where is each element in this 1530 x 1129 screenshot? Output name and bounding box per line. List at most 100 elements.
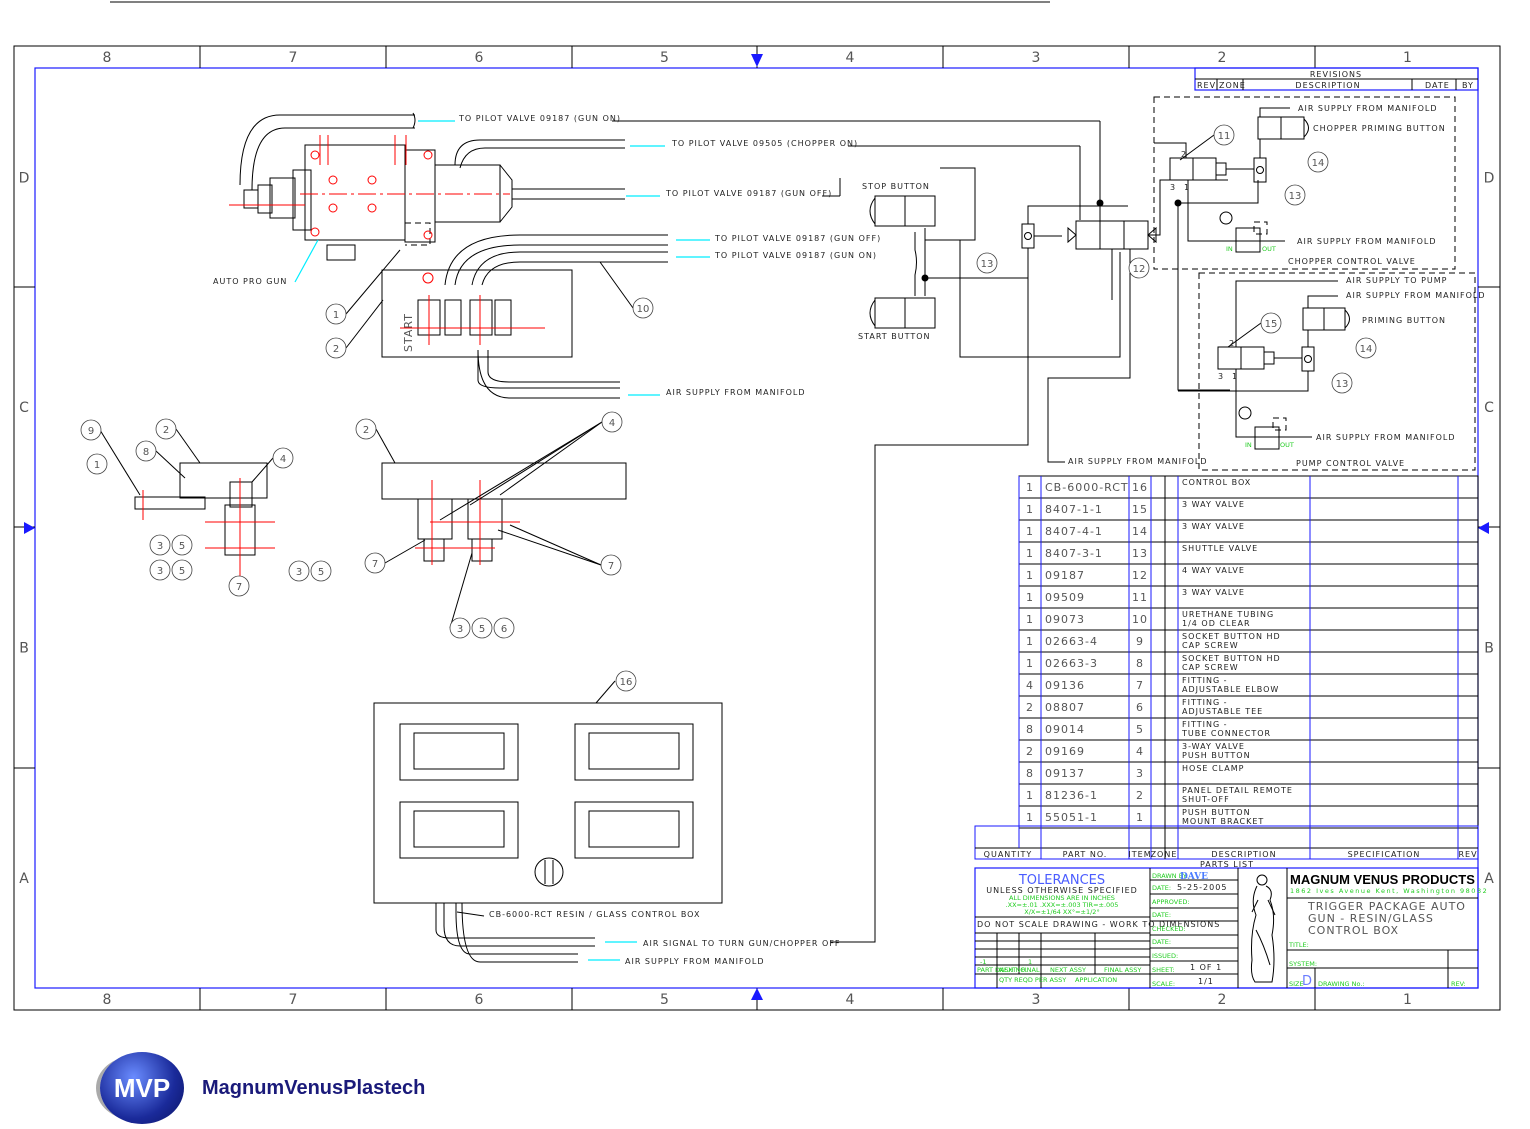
rev-header-date: DATE <box>1425 81 1450 90</box>
chopper-port-2: 2 <box>1181 150 1187 159</box>
item-balloon-2: 2 <box>155 418 177 440</box>
item-balloon-11: 11 <box>1213 124 1235 146</box>
qty-reqd-label: QTY REQD PER ASSY <box>999 976 1066 984</box>
chopper-air-supply-top: AIR SUPPLY FROM MANIFOLD <box>1298 104 1437 113</box>
parts-list-row: 1 8407-4-1 14 3 WAY VALVE <box>1019 522 1478 543</box>
row-quantity: 1 <box>1026 657 1034 670</box>
chopper-port-3: 3 <box>1170 183 1176 192</box>
balloon-number: 16 <box>620 677 633 688</box>
item-balloon-4: 4 <box>601 411 623 433</box>
start-panel-drawing <box>381 234 710 399</box>
row-part-no: 09073 <box>1045 613 1085 626</box>
row-quantity: 1 <box>1026 569 1034 582</box>
rev-header-zone: ZONE <box>1219 81 1246 90</box>
row-quantity: 1 <box>1026 789 1034 802</box>
row-part-no: 08807 <box>1045 701 1085 714</box>
item-balloon-4: 4 <box>272 447 294 469</box>
row-description: 3 WAY VALVE <box>1182 522 1245 531</box>
item-balloon-5: 5 <box>471 617 493 639</box>
row-quantity: 8 <box>1026 723 1034 736</box>
scale-value: 1/1 <box>1198 977 1214 986</box>
label-air-signal-off: AIR SIGNAL TO TURN GUN/CHOPPER OFF <box>643 939 841 948</box>
row-part-no: 02663-3 <box>1045 657 1098 670</box>
row-part-no: 09014 <box>1045 723 1085 736</box>
row-description: SOCKET BUTTON HD <box>1182 632 1281 641</box>
parts-list-row: 1 09187 12 4 WAY VALVE <box>1019 566 1478 587</box>
row-quantity: 8 <box>1026 767 1034 780</box>
revisions-title: REVISIONS <box>1310 70 1362 79</box>
balloon-number: 13 <box>1289 191 1302 202</box>
item-balloon-7: 7 <box>600 554 622 576</box>
final-qty-value: 1 <box>1028 958 1032 966</box>
row-item: 9 <box>1136 635 1144 648</box>
item-balloon-5: 5 <box>310 560 332 582</box>
title-label: TITLE: <box>1288 941 1309 949</box>
size-value: D <box>1302 974 1312 989</box>
header-description: DESCRIPTION <box>1211 850 1276 859</box>
zone-bottom-4: 4 <box>846 992 855 1008</box>
row-part-no: 8407-1-1 <box>1045 503 1103 516</box>
pump-port-2: 2 <box>1229 339 1235 348</box>
label-chopper-on: TO PILOT VALVE 09505 (CHOPPER ON) <box>671 139 858 148</box>
item-balloon-16: 16 <box>615 670 637 692</box>
item-balloon-3: 3 <box>149 534 171 556</box>
row-quantity: 1 <box>1026 547 1034 560</box>
row-description: CONTROL BOX <box>1182 478 1251 487</box>
dash-value: -1 <box>980 958 986 966</box>
item-balloon-9: 9 <box>80 419 102 441</box>
pump-priming-button-label: PRIMING BUTTON <box>1362 316 1446 325</box>
centering-arrow-icon <box>751 988 763 1000</box>
row-quantity: 1 <box>1026 525 1034 538</box>
balloon-number: 2 <box>163 425 169 436</box>
pump-control-valve-title: PUMP CONTROL VALVE <box>1296 459 1405 468</box>
row-item: 7 <box>1136 679 1144 692</box>
item-balloon-14: 14 <box>1307 151 1329 173</box>
item-balloon-3: 3 <box>149 559 171 581</box>
auto-pro-gun-drawing <box>229 112 1101 283</box>
zone-left-D: D <box>19 171 30 187</box>
pump-air-supply-top: AIR SUPPLY FROM MANIFOLD <box>1346 291 1485 300</box>
item-balloon-7: 7 <box>364 552 386 574</box>
balloon-number: 7 <box>608 561 614 572</box>
parts-list-row: 1 09073 10 URETHANE TUBING1/4 OD CLEAR <box>1019 610 1478 631</box>
parts-list-row: 1 81236-1 2 PANEL DETAIL REMOTESHUT-OFF <box>1019 786 1478 807</box>
row-part-no: 09137 <box>1045 767 1085 780</box>
row-description: SOCKET BUTTON HD <box>1182 654 1281 663</box>
row-quantity: 1 <box>1026 591 1034 604</box>
balloon-number: 2 <box>363 425 369 436</box>
row-description: ADJUSTABLE TEE <box>1182 707 1263 716</box>
parts-list-row: 1 02663-4 9 SOCKET BUTTON HDCAP SCREW <box>1019 632 1478 653</box>
mvp-globe-logo: MVP <box>100 1052 184 1124</box>
date-label: DATE: <box>1152 884 1171 892</box>
chopper-in: IN <box>1226 245 1233 253</box>
row-quantity: 1 <box>1026 481 1034 494</box>
drawing-labels: TO PILOT VALVE 09187 (GUN ON) TO PILOT V… <box>213 104 1485 966</box>
centering-arrow-icon <box>24 522 35 534</box>
zone-top-8: 8 <box>103 50 112 66</box>
scale-label: SCALE: <box>1152 980 1175 988</box>
zone-left-B: B <box>19 641 29 657</box>
row-item: 1 <box>1136 811 1144 824</box>
rev-header-rev: REV <box>1197 81 1216 90</box>
zone-top-2: 2 <box>1218 50 1227 66</box>
row-item: 8 <box>1136 657 1144 670</box>
row-description: PUSH BUTTON <box>1182 751 1251 760</box>
row-part-no: 02663-4 <box>1045 635 1098 648</box>
tolerance-line-3: X/X=±1/64 XX°=±1/2° <box>1024 908 1099 916</box>
parts-list-row: 1 55051-1 1 PUSH BUTTONMOUNT BRACKET <box>1019 808 1478 829</box>
zone-bottom-3: 3 <box>1032 992 1041 1008</box>
parts-list-row: 8 09137 3 HOSE CLAMP <box>1019 764 1478 785</box>
zone-bottom-8: 8 <box>103 992 112 1008</box>
pump-port-3: 3 <box>1218 372 1224 381</box>
item-balloon-7: 7 <box>228 575 250 597</box>
chopper-priming-button-label: CHOPPER PRIMING BUTTON <box>1313 124 1446 133</box>
title-block: TOLERANCES UNLESS OTHERWISE SPECIFIED AL… <box>974 867 1487 989</box>
company-logo: MVP MagnumVenusPlastech <box>100 1052 425 1124</box>
row-description: MOUNT BRACKET <box>1182 817 1264 826</box>
row-part-no: 81236-1 <box>1045 789 1098 802</box>
balloon-number: 3 <box>157 541 163 552</box>
zone-bottom-6: 6 <box>475 992 484 1008</box>
balloon-number: 1 <box>94 460 100 471</box>
row-item: 14 <box>1132 525 1148 538</box>
parts-list-row: 2 09169 4 3-WAY VALVEPUSH BUTTON <box>1019 742 1478 763</box>
